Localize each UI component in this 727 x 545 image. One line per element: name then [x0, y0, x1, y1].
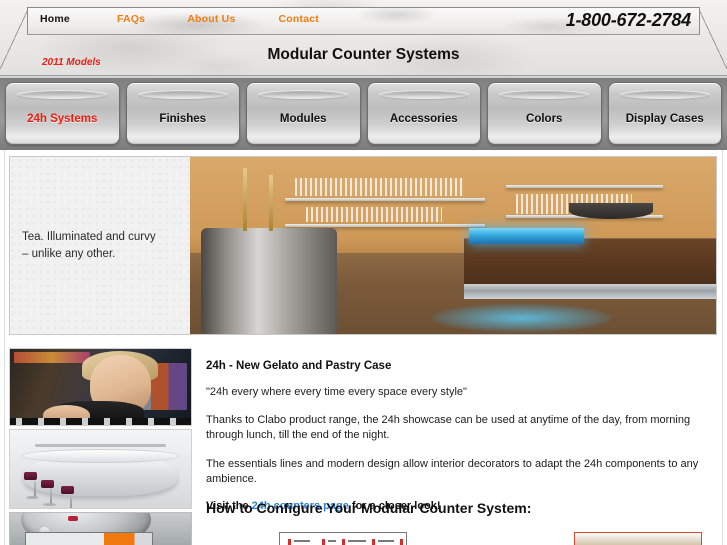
tab-finishes[interactable]: Finishes — [125, 82, 240, 145]
hero-photo — [190, 157, 716, 334]
nav-link-faqs[interactable]: FAQs — [117, 13, 145, 25]
hero-glassware — [295, 178, 464, 196]
thumbnail-woman-display[interactable] — [9, 348, 192, 426]
hero-decor-bowl — [568, 203, 653, 219]
hero-candlestick — [268, 174, 273, 232]
nav-link-about-us[interactable]: About Us — [187, 13, 235, 25]
tab-highlight-icon — [378, 90, 469, 99]
card-thumbnail — [575, 533, 701, 545]
diagram-marker — [342, 539, 345, 545]
hero-cylinder-counter — [200, 227, 338, 334]
diagram-line — [378, 540, 394, 542]
nav-link-home[interactable]: Home — [40, 13, 70, 25]
card-thumbnail — [280, 533, 406, 545]
tab-highlight-icon — [499, 90, 590, 99]
phone-number: 1-800-672-2784 — [565, 10, 692, 30]
hero-shelf — [284, 224, 485, 228]
thumb-machine-indicator — [67, 516, 78, 521]
nav-link-contact[interactable]: Contact — [278, 13, 318, 25]
page-title: Modular Counter Systems — [267, 46, 460, 63]
thumbnail-curved-bar[interactable] — [9, 429, 192, 509]
article-paragraph-1: Thanks to Clabo product range, the 24h s… — [206, 414, 691, 442]
hero-counter-wood — [463, 238, 716, 288]
tab-label: Finishes — [159, 112, 207, 125]
site-header: Home FAQs About Us Contact 1-800-672-278… — [0, 0, 727, 78]
diagram-marker — [400, 539, 403, 545]
thumb-bar-top — [20, 448, 181, 463]
tab-label: 24h Systems — [27, 112, 98, 125]
models-year-badge: 2011 Models — [42, 57, 101, 68]
section-heading-configure: How to Configure Your Modular Counter Sy… — [206, 500, 532, 516]
tab-highlight-icon — [619, 90, 710, 99]
tab-label: Modules — [279, 112, 327, 125]
thumb-stool — [24, 472, 38, 481]
thumb-stool-leg — [69, 494, 72, 508]
configure-step-cards — [9, 532, 717, 545]
hero-caption: Tea. Illuminated and curvy – unlike any … — [10, 157, 190, 334]
diagram-line — [348, 540, 366, 542]
article-paragraph-2: The essentials lines and modern design a… — [206, 457, 699, 485]
hero-caption-text: Tea. Illuminated and curvy – unlike any … — [22, 229, 156, 262]
article-heading: 24h - New Gelato and Pastry Case — [206, 360, 392, 372]
tab-accessories[interactable]: Accessories — [366, 82, 481, 145]
tab-colors[interactable]: Colors — [487, 82, 602, 145]
hero-shelf — [505, 185, 664, 189]
hero-glassware — [305, 206, 443, 223]
diagram-line — [294, 540, 310, 542]
hero-candlestick — [242, 167, 247, 232]
thumb-machine-base — [10, 418, 191, 425]
content-rule-left — [4, 150, 5, 545]
thumb-stool-leg — [33, 481, 36, 498]
diagram-marker — [288, 539, 291, 545]
content-rule-right — [722, 150, 723, 545]
page-root: Home FAQs About Us Contact 1-800-672-278… — [0, 0, 727, 545]
thumb-screen-banner — [13, 352, 90, 363]
thumb-bar-rail — [35, 444, 166, 448]
hero-banner: Tea. Illuminated and curvy – unlike any … — [9, 156, 717, 335]
header-divider-shadow — [0, 76, 727, 78]
hero-caption-line-2: – unlike any other. — [22, 247, 116, 260]
thumb-stool — [40, 479, 54, 488]
tab-display-cases[interactable]: Display Cases — [607, 82, 722, 145]
hero-led-strip — [468, 227, 585, 244]
diagram-marker — [322, 539, 325, 545]
tab-label: Accessories — [389, 112, 458, 125]
diagram-marker — [372, 539, 375, 545]
hero-counter-steel — [463, 284, 716, 299]
content-left-column — [9, 348, 192, 545]
tab-highlight-icon — [258, 90, 349, 99]
tab-24h-systems[interactable]: 24h Systems — [5, 82, 120, 145]
primary-tab-bar: 24h Systems Finishes Modules Accessories… — [0, 78, 727, 150]
configure-card-finish[interactable] — [25, 532, 153, 545]
hero-caption-line-1: Tea. Illuminated and curvy — [22, 230, 156, 243]
tab-highlight-icon — [17, 90, 108, 99]
diagram-line — [328, 540, 336, 542]
top-navigation: Home FAQs About Us Contact — [40, 13, 319, 25]
tab-highlight-icon — [137, 90, 228, 99]
tab-label: Colors — [526, 112, 563, 125]
card-thumbnail — [26, 533, 152, 545]
tab-modules[interactable]: Modules — [246, 82, 361, 145]
article-quote: "24h every where every time every space … — [206, 386, 467, 398]
configure-card-diagram[interactable] — [279, 532, 407, 545]
thumb-stool — [60, 486, 74, 495]
hero-light-reflection — [431, 303, 611, 333]
tab-label: Display Cases — [625, 112, 704, 125]
configure-card-wood-top[interactable] — [574, 532, 702, 545]
hero-shelf — [284, 197, 485, 201]
